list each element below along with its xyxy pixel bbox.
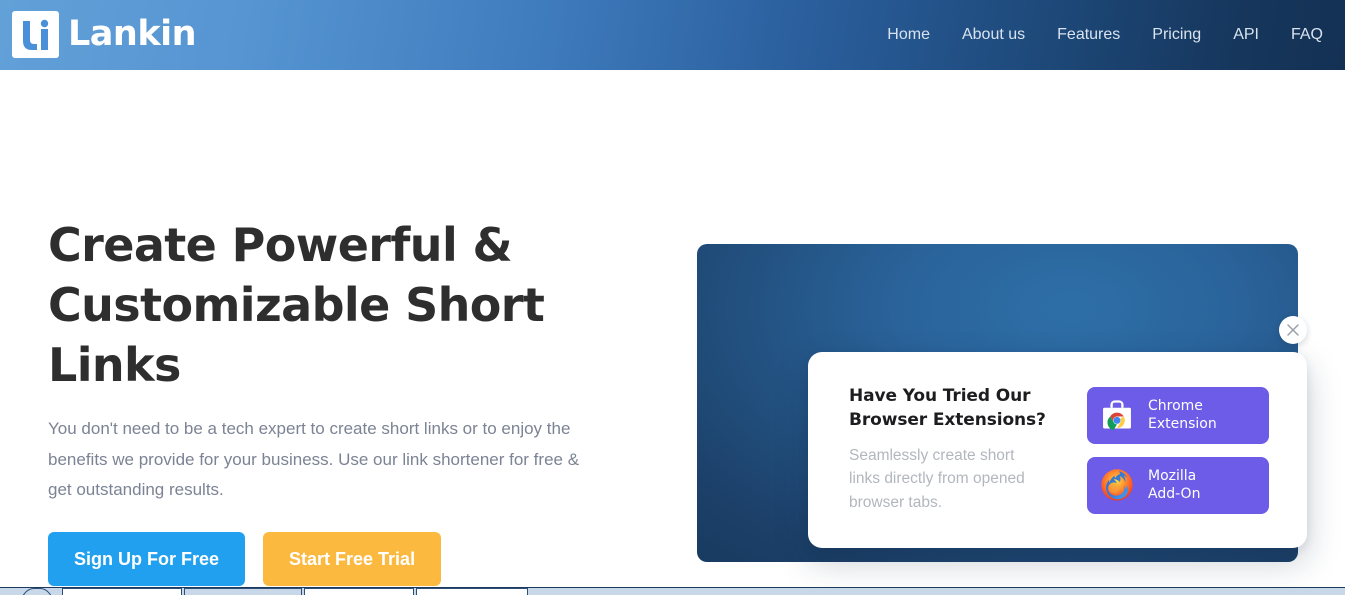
mozilla-addon-button[interactable]: Mozilla Add-On (1087, 456, 1269, 514)
page-title: Create Powerful & Customizable Short Lin… (48, 218, 545, 392)
modal-description: Seamlessly create short links directly f… (849, 446, 1025, 512)
start-free-trial-button[interactable]: Start Free Trial (263, 532, 442, 587)
alias-input[interactable] (184, 588, 302, 595)
firefox-icon (1101, 469, 1133, 501)
mozilla-addon-label: Mozilla Add-On (1148, 467, 1200, 503)
main-nav: Home About us Features Pricing API FAQ (871, 0, 1323, 70)
nav-item-about-us[interactable]: About us (946, 0, 1041, 70)
mozilla-addon-label-line2: Add-On (1148, 486, 1201, 502)
close-modal-button[interactable] (1279, 316, 1307, 344)
chrome-extension-label-line1: Chrome (1148, 397, 1203, 414)
modal-text-block: Have You Tried Our Browser Extensions? S… (849, 385, 1049, 515)
hero-content: Create Powerful & Customizable Short Lin… (48, 216, 648, 587)
shorten-button[interactable] (416, 588, 528, 595)
extension-button-group: Chrome Extension Mozilla Add-On (1087, 386, 1269, 514)
logo-wordmark: Lankin (68, 14, 197, 54)
nav-item-api[interactable]: API (1217, 0, 1275, 70)
landing-page: Lankin Home About us Features Pricing AP… (0, 0, 1345, 595)
chrome-extension-label-line2: Extension (1148, 416, 1217, 432)
chrome-extension-button[interactable]: Chrome Extension (1087, 386, 1269, 444)
mozilla-addon-label-line1: Mozilla (1148, 467, 1197, 484)
logo[interactable]: Lankin (12, 11, 197, 58)
chrome-extension-label: Chrome Extension (1148, 397, 1217, 433)
nav-item-home[interactable]: Home (871, 0, 946, 70)
hero-subtitle: You don't need to be a tech expert to cr… (48, 419, 580, 499)
domain-select[interactable] (304, 588, 414, 595)
long-url-input[interactable] (62, 588, 182, 595)
nav-item-pricing[interactable]: Pricing (1136, 0, 1217, 70)
nav-item-features[interactable]: Features (1041, 0, 1136, 70)
site-header: Lankin Home About us Features Pricing AP… (0, 0, 1345, 70)
modal-title: Have You Tried Our Browser Extensions? (849, 385, 1046, 430)
lankin-logo-icon (12, 11, 59, 58)
chrome-web-store-icon (1103, 400, 1131, 431)
hero-cta-group: Sign Up For Free Start Free Trial (48, 532, 648, 587)
link-icon (20, 588, 54, 595)
shorten-form-bar (0, 587, 1345, 595)
browser-extension-modal: Have You Tried Our Browser Extensions? S… (808, 352, 1307, 548)
shorten-form-strip (0, 587, 1345, 595)
close-icon (1287, 324, 1299, 336)
nav-item-faq[interactable]: FAQ (1275, 0, 1323, 70)
sign-up-for-free-button[interactable]: Sign Up For Free (48, 532, 246, 587)
